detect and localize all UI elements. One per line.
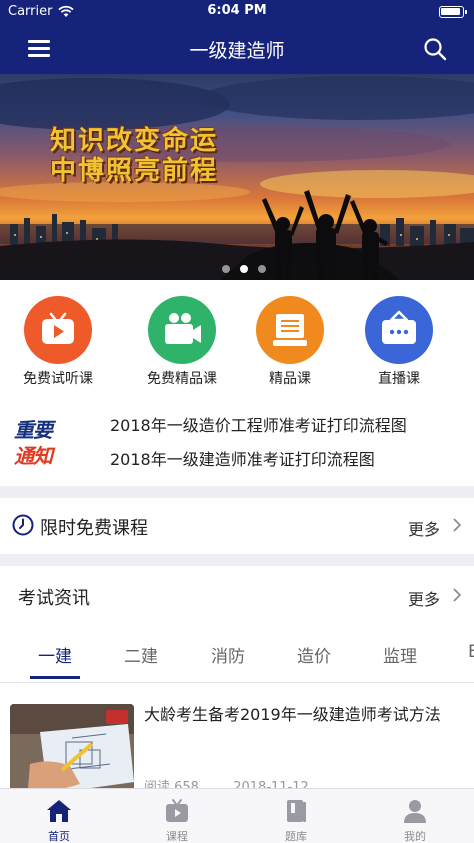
top-bar: Carrier 6:04 PM 一级建造师 — [0, 0, 474, 74]
banner-carousel[interactable]: 知识改变命运 中博照亮前程 — [0, 74, 474, 280]
banner-slogan: 知识改变命运 中博照亮前程 — [50, 126, 218, 186]
tab-yijian[interactable]: 一建 — [38, 642, 72, 667]
free-courses-more[interactable]: 更多 — [408, 516, 440, 540]
live-tv-icon — [365, 296, 433, 364]
status-bar: Carrier 6:04 PM — [0, 0, 474, 24]
tab-courses[interactable]: 课程 — [118, 789, 236, 843]
article-title: 大龄考生备考2019年一级建造师考试方法 — [144, 705, 441, 724]
nav-bar: 一级建造师 — [0, 24, 474, 74]
free-courses-title: 限时免费课程 — [40, 518, 148, 539]
category-free-premium[interactable]: 免费精品课 — [132, 292, 232, 390]
tab-active-indicator — [30, 676, 80, 679]
video-camera-icon — [148, 296, 216, 364]
carousel-dot[interactable] — [258, 265, 266, 273]
category-free-trial[interactable]: 免费试听课 — [8, 292, 108, 390]
tab-xiaofang[interactable]: 消防 — [211, 642, 245, 667]
section-divider — [0, 486, 474, 498]
tab-label: 课程 — [166, 830, 188, 843]
carousel-dot-active[interactable] — [240, 265, 248, 273]
chevron-right-icon — [453, 518, 462, 532]
tv-icon — [166, 799, 188, 822]
article-meta: 阅读 658 2018-11-12 — [144, 776, 309, 788]
category-premium[interactable]: 精品课 — [240, 292, 340, 390]
battery-icon — [439, 6, 467, 18]
book-tray-icon — [256, 296, 324, 364]
banner-slogan-line1: 知识改变命运 — [50, 126, 219, 156]
tab-profile[interactable]: 我的 — [356, 789, 474, 843]
article-date: 2018-11-12 — [233, 780, 309, 788]
category-label: 精品课 — [269, 371, 311, 387]
search-icon[interactable] — [422, 36, 448, 62]
free-courses-row[interactable]: 限时免费课程 更多 — [0, 498, 474, 552]
category-live[interactable]: 直播课 — [349, 292, 449, 390]
article-thumbnail — [10, 704, 134, 788]
notice-logo-line2: 通知 — [14, 444, 53, 468]
article-reads: 阅读 658 — [144, 780, 199, 788]
category-label: 免费精品课 — [147, 371, 217, 387]
exam-news-title: 考试资讯 — [18, 588, 90, 609]
banner-slogan-line2: 中博照亮前程 — [50, 156, 219, 186]
user-icon — [404, 800, 426, 823]
news-article[interactable]: 大龄考生备考2019年一级建造师考试方法 阅读 658 2018-11-12 — [0, 692, 474, 788]
play-tv-icon — [24, 296, 92, 364]
tabs-divider — [0, 682, 474, 683]
notice-item[interactable]: 2018年一级建造师准考证打印流程图 — [110, 446, 375, 470]
carousel-dots — [222, 258, 276, 273]
section-divider — [0, 554, 474, 566]
tab-jianli[interactable]: 监理 — [383, 642, 417, 667]
status-time: 6:04 PM — [207, 3, 267, 18]
page-title: 一级建造师 — [189, 40, 285, 62]
book-icon — [287, 800, 306, 822]
tab-erjian[interactable]: 二建 — [124, 642, 158, 667]
home-icon — [47, 800, 71, 822]
category-label: 免费试听课 — [23, 371, 93, 387]
tab-label: 题库 — [285, 830, 307, 843]
notice-logo: 重要 通知 — [14, 414, 68, 468]
carousel-dot[interactable] — [222, 265, 230, 273]
bottom-tab-bar: 首页 课程 题库 我的 — [0, 788, 474, 843]
tab-label: 首页 — [48, 830, 70, 843]
tab-question-bank[interactable]: 题库 — [237, 789, 355, 843]
clock-icon — [12, 514, 34, 536]
tab-home[interactable]: 首页 — [0, 789, 118, 843]
tab-label: 我的 — [404, 830, 426, 843]
notice-logo-line1: 重要 — [14, 418, 53, 442]
tab-zaojia[interactable]: 造价 — [297, 642, 331, 667]
exam-news-tabs: 一建 二建 消防 造价 监理 B — [0, 630, 474, 682]
tab-more[interactable]: B — [468, 642, 474, 662]
exam-news-header: 考试资讯 更多 — [0, 570, 474, 620]
important-notice: 重要 通知 2018年一级造价工程师准考证打印流程图 2018年一级建造师准考证… — [0, 404, 474, 482]
category-grid: 免费试听课 免费精品课 精品课 直播课 — [0, 292, 474, 390]
chevron-right-icon — [453, 588, 462, 602]
notice-item[interactable]: 2018年一级造价工程师准考证打印流程图 — [110, 412, 407, 436]
category-label: 直播课 — [378, 371, 420, 387]
exam-news-more[interactable]: 更多 — [408, 586, 440, 610]
